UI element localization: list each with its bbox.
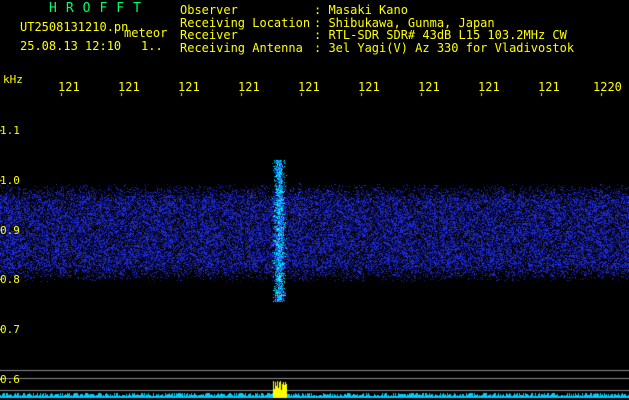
app-brand: HROFFT	[49, 1, 150, 16]
time-tick: 121	[298, 80, 320, 94]
receiver-value: : RTL-SDR SDR# 43dB L15 103.2MHz CW	[314, 28, 567, 42]
observer-value: : Masaki Kano	[314, 3, 408, 17]
time-tick: 121	[538, 80, 560, 94]
y-axis-unit: kHz	[3, 73, 23, 86]
observer-label: Observer	[180, 3, 238, 17]
time-tick: 121	[418, 80, 440, 94]
time-tick: 121	[358, 80, 380, 94]
timestamp-label: 25.08.13 12:10	[20, 39, 122, 53]
y-tick: 0.7	[0, 323, 20, 336]
meteor-label: meteor	[124, 26, 168, 40]
y-tick: 0.8	[0, 273, 20, 286]
time-tick: 121	[178, 80, 200, 94]
time-tick: 1220	[593, 80, 622, 94]
info-labels: Observer Receiving Location Receiver Rec…	[180, 4, 310, 54]
y-tick: 1.1	[0, 124, 20, 137]
time-tick: 121	[58, 80, 80, 94]
time-tick: 121	[118, 80, 140, 94]
receiver-label: Receiver	[180, 28, 238, 42]
time-tick: 121	[238, 80, 260, 94]
time-tick: 121	[478, 80, 500, 94]
timestamp-extra: 1..	[141, 39, 163, 53]
y-tick: 1.0	[0, 174, 20, 187]
antenna-label: Receiving Antenna	[180, 40, 303, 55]
info-values: : Masaki Kano : Shibukawa, Gunma, Japan …	[314, 4, 574, 54]
y-tick: 0.9	[0, 224, 20, 237]
filename-label: UT2508131210.pn	[20, 20, 129, 34]
y-tick: 0.6	[0, 373, 20, 386]
spectrogram-canvas	[0, 0, 629, 400]
antenna-value: : 3el Yagi(V) Az 330 for Vladivostok	[314, 40, 575, 55]
